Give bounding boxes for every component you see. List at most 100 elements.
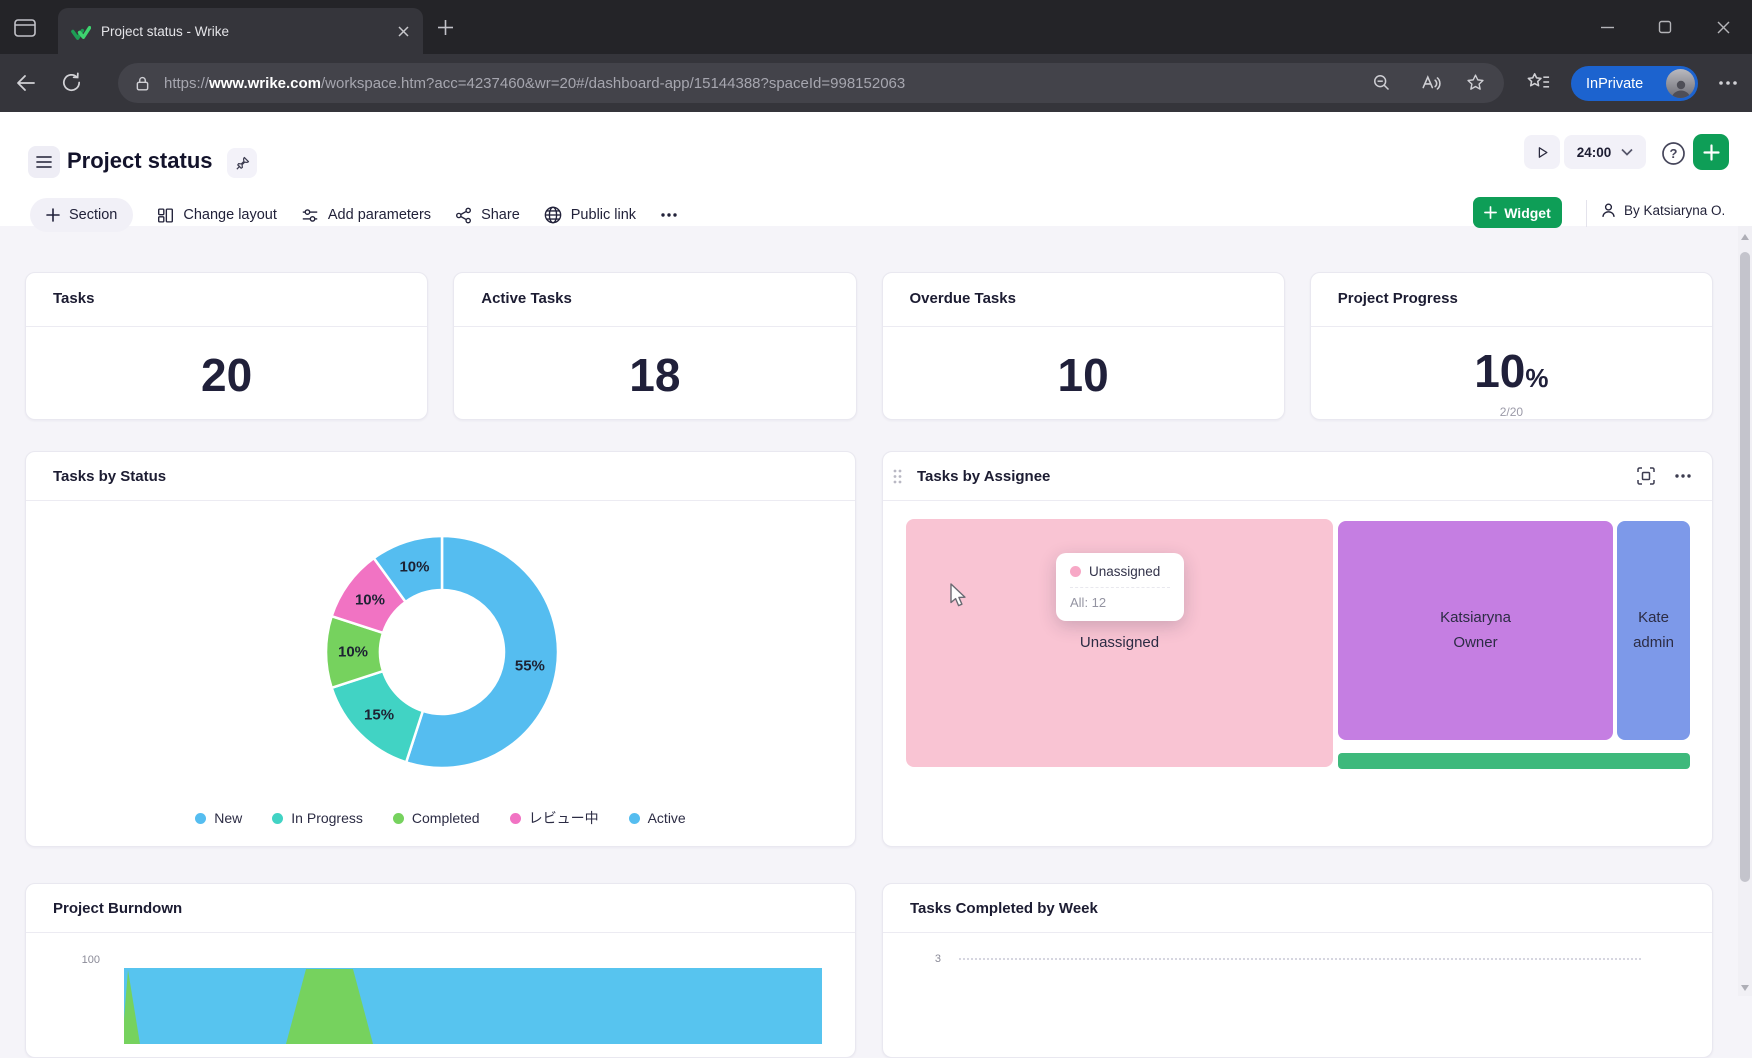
refresh-button[interactable]	[60, 71, 83, 94]
kpi-title: Active Tasks	[481, 290, 572, 307]
inprivate-label: InPrivate	[1586, 76, 1666, 92]
scroll-up-arrow[interactable]	[1741, 234, 1749, 240]
widget-button-label: Widget	[1504, 205, 1551, 221]
donut-slice-label: 10%	[399, 559, 429, 576]
dashboard-header: Project status 24:00 ? Section	[0, 112, 1752, 226]
header-separator	[1586, 200, 1587, 227]
widget-project-burndown: Project Burndown 100	[25, 883, 856, 1058]
new-tab-button[interactable]	[437, 19, 454, 36]
share-button[interactable]: Share	[455, 207, 520, 224]
divider	[883, 326, 1284, 327]
kpi-row: Tasks 20 Active Tasks 18 Overdue Tasks 1…	[25, 272, 1713, 420]
mouse-cursor	[949, 583, 971, 609]
legend-dot	[629, 813, 640, 824]
widget-title: Tasks by Assignee	[917, 468, 1050, 485]
share-icon	[455, 207, 472, 224]
chart-legend: New In Progress Completed レビュー中 Active	[26, 808, 855, 828]
public-link-button[interactable]: Public link	[544, 206, 636, 224]
minimize-button[interactable]	[1578, 0, 1636, 54]
treemap-node-small[interactable]	[1338, 753, 1690, 769]
scroll-down-arrow[interactable]	[1741, 985, 1749, 991]
legend-item[interactable]: Active	[629, 808, 686, 828]
url-scheme: https://	[164, 75, 209, 92]
chevron-down-icon	[1621, 148, 1633, 156]
legend-item[interactable]: レビュー中	[510, 808, 599, 828]
lock-icon[interactable]	[133, 74, 152, 93]
tooltip-detail: All: 12	[1070, 595, 1170, 610]
kpi-value: 10	[883, 349, 1284, 401]
widget-title: Tasks Completed by Week	[910, 900, 1098, 917]
kpi-subtitle: 2/20	[1311, 405, 1712, 419]
burndown-chart[interactable]	[124, 968, 822, 1044]
inprivate-badge[interactable]: InPrivate	[1571, 66, 1698, 101]
scrollbar-thumb[interactable]	[1740, 252, 1750, 882]
public-link-label: Public link	[571, 207, 636, 223]
kpi-card-project-progress[interactable]: Project Progress 10% 2/20	[1310, 272, 1713, 420]
legend-item[interactable]: New	[195, 808, 242, 828]
tooltip-divider	[1070, 587, 1170, 588]
timer-value: 24:00	[1577, 145, 1612, 160]
play-button[interactable]	[1524, 135, 1560, 169]
legend-dot	[393, 813, 404, 824]
kpi-card-tasks[interactable]: Tasks 20	[25, 272, 428, 420]
kpi-card-overdue-tasks[interactable]: Overdue Tasks 10	[882, 272, 1285, 420]
fullscreen-icon[interactable]	[1636, 466, 1656, 486]
drag-handle-icon[interactable]	[893, 469, 902, 484]
add-widget-button[interactable]: Widget	[1473, 197, 1562, 228]
back-button[interactable]	[14, 71, 38, 95]
profile-avatar[interactable]	[1666, 69, 1695, 98]
treemap-node-kate[interactable]: Kate admin	[1617, 521, 1690, 740]
add-widget-quick-button[interactable]	[1693, 134, 1729, 170]
browser-menu-icon[interactable]	[1718, 78, 1738, 88]
treemap-node-katsiaryna[interactable]: Katsiaryna Owner	[1338, 521, 1613, 740]
donut-slice-label: 55%	[515, 657, 545, 674]
kpi-value: 10%	[1311, 345, 1712, 404]
legend-dot	[195, 813, 206, 824]
more-actions-icon[interactable]	[660, 212, 678, 218]
zoom-out-icon[interactable]	[1371, 72, 1392, 93]
favorite-star-icon[interactable]	[1465, 72, 1486, 93]
treemap-tooltip: Unassigned All: 12	[1056, 553, 1184, 621]
legend-item[interactable]: In Progress	[272, 808, 363, 828]
sliders-icon	[301, 207, 319, 224]
svg-text:?: ?	[1670, 146, 1678, 161]
maximize-button[interactable]	[1636, 0, 1694, 54]
add-section-button[interactable]: Section	[30, 198, 133, 232]
kpi-title: Tasks	[53, 290, 94, 307]
close-window-button[interactable]	[1694, 0, 1752, 54]
vertical-scrollbar[interactable]	[1738, 226, 1752, 996]
legend-item[interactable]: Completed	[393, 808, 480, 828]
widget-row: Tasks by Status 55%15%10%10%10% NewIn Pr…	[25, 451, 1713, 847]
kpi-title: Project Progress	[1338, 290, 1458, 307]
donut-chart[interactable]: 55%15%10%10%10%	[325, 535, 559, 769]
donut-slice-label: 10%	[338, 644, 368, 661]
kpi-value: 20	[26, 349, 427, 401]
kpi-card-active-tasks[interactable]: Active Tasks 18	[453, 272, 856, 420]
address-bar[interactable]: https://www.wrike.com/workspace.htm?acc=…	[118, 63, 1504, 103]
gridline	[959, 958, 1641, 960]
browser-tab[interactable]: Project status - Wrike	[58, 8, 423, 54]
timer-control[interactable]: 24:00	[1564, 135, 1646, 169]
layout-icon	[157, 207, 174, 224]
workspaces-icon[interactable]	[13, 17, 37, 39]
kpi-title: Overdue Tasks	[910, 290, 1016, 307]
read-aloud-icon[interactable]	[1420, 72, 1442, 94]
change-layout-button[interactable]: Change layout	[157, 207, 277, 224]
widget-menu-icon[interactable]	[1674, 473, 1692, 479]
favorites-icon[interactable]	[1526, 70, 1551, 94]
help-button[interactable]: ?	[1661, 141, 1686, 166]
tab-close-icon[interactable]	[396, 24, 411, 39]
divider	[26, 326, 427, 327]
pin-icon[interactable]	[227, 148, 257, 178]
tab-title: Project status - Wrike	[101, 24, 388, 39]
widget-title: Tasks by Status	[53, 468, 166, 485]
dashboard-author[interactable]: By Katsiaryna O.	[1600, 202, 1725, 219]
dashboard-toolbar: Section Change layout Add parameters Sha…	[30, 198, 678, 232]
add-parameters-button[interactable]: Add parameters	[301, 207, 431, 224]
url-text: https://www.wrike.com/workspace.htm?acc=…	[164, 75, 905, 92]
legend-label: Completed	[412, 810, 480, 826]
legend-label: New	[214, 810, 242, 826]
widget-title: Project Burndown	[53, 900, 182, 917]
section-label: Section	[69, 207, 117, 223]
dashboard-menu-button[interactable]	[28, 146, 60, 178]
